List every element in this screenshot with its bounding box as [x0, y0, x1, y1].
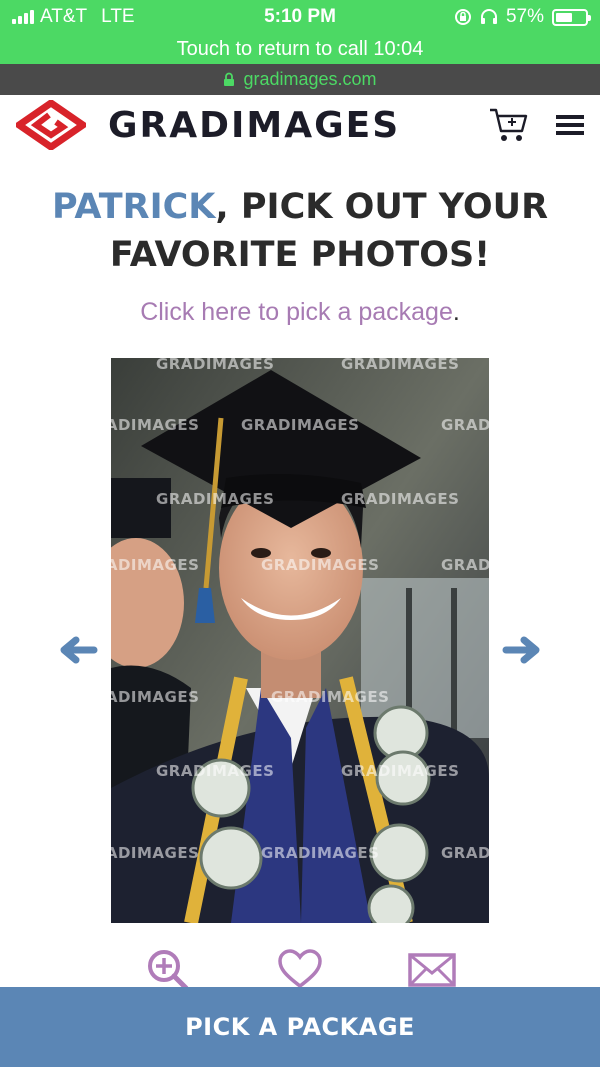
status-left: AT&T LTE	[12, 6, 135, 28]
watermark: GRADIMAGES	[261, 844, 380, 862]
watermark: GRADIMAGES	[156, 358, 275, 373]
rotation-lock-icon	[454, 9, 471, 25]
status-bar: AT&T LTE 5:10 PM 57%	[0, 0, 600, 34]
top-banner: AT&T LTE 5:10 PM 57% Touch to return to …	[0, 0, 600, 64]
watermark: GRADIMAGES	[441, 844, 489, 862]
watermark: GRADIMAGES	[441, 416, 489, 434]
watermark: GRADIMAGES	[111, 688, 200, 706]
watermark: GRADIMAGES	[111, 416, 200, 434]
student-name: PATRICK	[51, 187, 216, 227]
carrier-label: AT&T	[40, 6, 88, 27]
heart-icon[interactable]	[276, 948, 324, 988]
watermark: GRADIMAGES	[241, 416, 360, 434]
header-actions	[488, 107, 584, 143]
pick-package-button[interactable]: PICK A PACKAGE	[0, 987, 600, 1067]
screen: AT&T LTE 5:10 PM 57% Touch to return to …	[0, 0, 600, 1067]
battery-fill	[556, 12, 572, 22]
prompt-suffix: .	[452, 298, 460, 326]
watermark: GRADIMAGES	[441, 556, 489, 574]
watermark: GRADIMAGES	[271, 688, 390, 706]
lock-icon	[224, 72, 235, 86]
page-headline: PATRICK, PICK OUT YOUR FAVORITE PHOTOS!	[0, 183, 600, 279]
watermark: GRADIMAGES	[341, 358, 460, 373]
battery-icon	[552, 8, 591, 26]
hamburger-menu-icon[interactable]	[556, 113, 584, 137]
watermark: GRADIMAGES	[111, 844, 200, 862]
photo-tools	[0, 948, 600, 988]
arrow-right-icon[interactable]	[502, 630, 542, 670]
watermark: GRADIMAGES	[261, 556, 380, 574]
watermark: GRADIMAGES	[156, 490, 275, 508]
status-right: 57%	[454, 6, 591, 28]
signal-icon	[12, 10, 34, 24]
watermark: GRADIMAGES	[341, 490, 460, 508]
watermark: GRADIMAGES	[341, 762, 460, 780]
graduate-photo[interactable]: GRADIMAGES GRADIMAGES GRADIMAGES GRADIMA…	[111, 358, 489, 923]
url-text: gradimages.com	[243, 69, 377, 89]
headphones-icon	[480, 9, 497, 24]
return-to-call-banner[interactable]: Touch to return to call 10:04	[0, 34, 600, 64]
photo-illustration	[111, 358, 489, 923]
site-header: GRADIMAGES	[0, 95, 600, 155]
network-label: LTE	[101, 6, 135, 27]
watermark: GRADIMAGES	[156, 762, 275, 780]
pick-package-link[interactable]: Click here to pick a package	[140, 298, 453, 326]
zoom-in-icon[interactable]	[144, 948, 192, 988]
watermark: GRADIMAGES	[111, 556, 200, 574]
gradimages-logo[interactable]	[16, 100, 86, 150]
photo-gallery: GRADIMAGES GRADIMAGES GRADIMAGES GRADIMA…	[0, 358, 600, 923]
brand-name[interactable]: GRADIMAGES	[108, 105, 400, 146]
url-bar[interactable]: gradimages.com	[0, 64, 600, 95]
cart-icon[interactable]	[488, 107, 530, 143]
arrow-left-icon[interactable]	[58, 630, 98, 670]
battery-percent: 57%	[505, 6, 544, 27]
package-prompt: Click here to pick a package.	[0, 298, 600, 327]
envelope-icon[interactable]	[408, 948, 456, 988]
